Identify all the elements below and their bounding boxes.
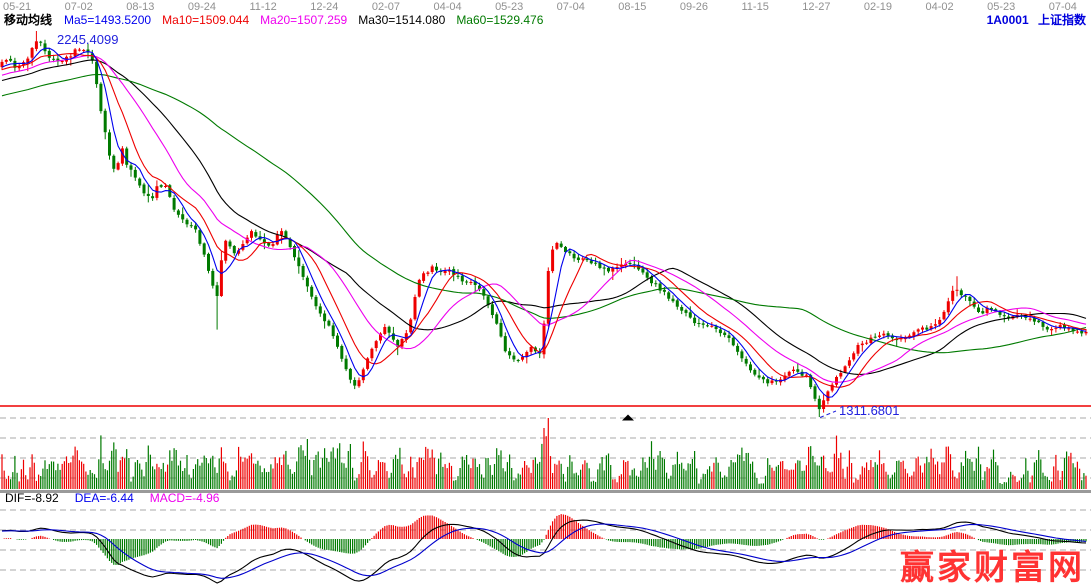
- date-label: 04-04: [433, 1, 461, 13]
- date-label: 04-02: [926, 1, 954, 13]
- high-price-annotation: 2245.4099: [57, 32, 118, 47]
- date-label: 07-04: [1049, 1, 1077, 13]
- date-label: 02-07: [372, 1, 400, 13]
- symbol-name: 上证指数: [1038, 13, 1086, 27]
- indicator-header: 移动均线 Ma5=1493.5200 Ma10=1509.044 Ma20=15…: [0, 13, 1091, 28]
- date-label: 12-24: [310, 1, 338, 13]
- low-price-annotation: 1311.6801: [839, 403, 900, 418]
- dif-value: DIF=-8.92: [5, 491, 59, 505]
- symbol-label: 1A0001 上证指数: [981, 13, 1086, 28]
- panel-title: 移动均线: [4, 13, 52, 28]
- candles-layer: [1, 31, 1088, 417]
- ma-values-row: Ma5=1493.5200 Ma10=1509.044 Ma20=1507.25…: [64, 13, 543, 28]
- ma30-value: Ma30=1514.080: [358, 13, 445, 28]
- date-label: 08-15: [618, 1, 646, 13]
- ma10-value: Ma10=1509.044: [162, 13, 249, 28]
- date-label: 05-21: [3, 1, 31, 13]
- date-label: 05-23: [987, 1, 1015, 13]
- date-label: 12-27: [802, 1, 830, 13]
- dea-value: DEA=-6.44: [75, 491, 134, 505]
- ma20-value: Ma20=1507.259: [260, 13, 347, 28]
- date-label: 05-23: [495, 1, 523, 13]
- date-label: 09-26: [680, 1, 708, 13]
- kline-chart-window: 05-21 07-02 08-13 09-24 11-12 12-24 02-0…: [0, 0, 1091, 587]
- date-label: 11-15: [742, 1, 769, 13]
- ma5-value: Ma5=1493.5200: [64, 13, 151, 28]
- date-label: 08-13: [126, 1, 154, 13]
- date-label: 11-12: [249, 1, 276, 13]
- macd-value: MACD=-4.96: [150, 491, 220, 505]
- date-axis: 05-21 07-02 08-13 09-24 11-12 12-24 02-0…: [3, 1, 1077, 13]
- ma60-value: Ma60=1529.476: [456, 13, 543, 28]
- date-label: 09-24: [188, 1, 216, 13]
- low-annotation-connector: [820, 411, 836, 418]
- watermark: 赢家财富网: [900, 540, 1085, 587]
- date-label: 02-19: [864, 1, 892, 13]
- date-label: 07-04: [557, 1, 585, 13]
- ma5-line: [2, 48, 1086, 397]
- macd-values-row: DIF=-8.92 DEA=-6.44 MACD=-4.96: [5, 491, 219, 505]
- date-label: 07-02: [65, 1, 93, 13]
- symbol-code: 1A0001: [987, 13, 1029, 27]
